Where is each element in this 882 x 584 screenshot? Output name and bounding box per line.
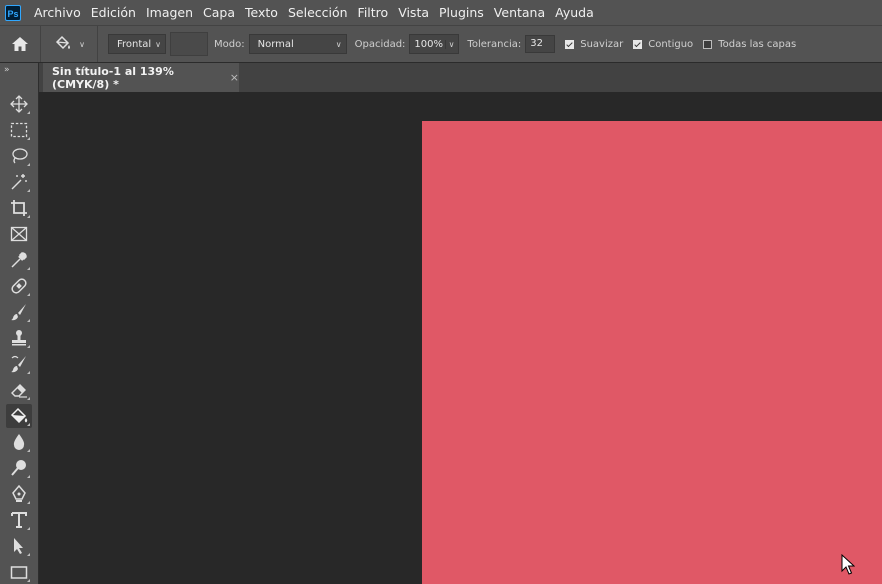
menu-texto[interactable]: Texto	[240, 0, 283, 25]
photoshop-logo-icon[interactable]: Ps	[5, 4, 21, 21]
menu-filtro[interactable]: Filtro	[353, 0, 394, 25]
rectangle-tool[interactable]	[6, 560, 32, 584]
chevron-down-icon: ∨	[155, 39, 161, 49]
bandage-icon	[11, 278, 27, 294]
crop-tool[interactable]	[6, 196, 32, 220]
opacity-label: Opacidad:	[354, 38, 406, 50]
close-icon[interactable]: ×	[230, 71, 239, 84]
menu-bar: Ps Archivo Edición Imagen Capa Texto Sel…	[0, 0, 882, 25]
arrow-cursor-icon	[14, 538, 23, 554]
all-layers-checkbox[interactable]: Todas las capas	[703, 39, 796, 50]
fill-source-value: Frontal	[117, 38, 152, 50]
drop-icon	[13, 434, 25, 450]
mode-value: Normal	[257, 38, 294, 50]
type-tool[interactable]	[6, 508, 32, 532]
type-icon	[11, 512, 27, 528]
chevron-down-icon: ∨	[335, 39, 342, 49]
move-tool[interactable]	[6, 92, 32, 116]
opacity-value: 100%	[414, 38, 444, 50]
checkbox-checked-icon	[565, 39, 575, 49]
menu-edicion[interactable]: Edición	[86, 0, 141, 25]
marquee-tool[interactable]	[6, 118, 32, 142]
crop-icon	[11, 200, 27, 216]
canvas-workspace[interactable]	[39, 92, 882, 584]
brush-icon	[11, 304, 26, 321]
opacity-field[interactable]: 100% ∨	[409, 34, 460, 54]
paint-bucket-icon	[56, 35, 71, 50]
lasso-tool[interactable]	[6, 144, 32, 168]
home-button[interactable]	[0, 26, 41, 62]
frame-tool[interactable]	[6, 222, 32, 246]
home-icon	[12, 37, 28, 51]
pen-tool[interactable]	[6, 482, 32, 506]
lasso-icon	[12, 148, 28, 164]
eraser-icon	[11, 384, 27, 398]
eyedropper-tool[interactable]	[6, 248, 32, 272]
collapse-panel-icon[interactable]: »	[4, 65, 9, 75]
mouse-pointer-icon	[841, 554, 855, 575]
menu-imagen[interactable]: Imagen	[141, 0, 198, 25]
checkbox-checked-icon	[633, 39, 643, 49]
tolerance-label: Tolerancia:	[467, 38, 522, 50]
magic-wand-icon	[11, 174, 27, 190]
fill-source-select[interactable]: Frontal ∨	[108, 34, 166, 54]
dodge-icon	[11, 460, 26, 476]
pen-icon	[12, 485, 26, 502]
menu-ventana[interactable]: Ventana	[489, 0, 550, 25]
chevron-down-icon: ∨	[444, 39, 454, 49]
menu-vista[interactable]: Vista	[393, 0, 434, 25]
frame-icon	[10, 226, 28, 242]
document-tab-title: Sin título-1 al 139% (CMYK/8) *	[52, 64, 174, 91]
history-brush-icon	[11, 355, 26, 373]
document-tab-bar: Sin título-1 al 139% (CMYK/8) * ×	[39, 63, 882, 92]
tools-panel: »	[0, 63, 39, 584]
antialias-checkbox[interactable]: Suavizar	[565, 39, 623, 50]
options-bar: ∨ Frontal ∨ Modo: Normal ∨ Opacidad: 100…	[0, 25, 882, 63]
contiguous-checkbox[interactable]: Contiguo	[633, 39, 693, 50]
menu-seleccion[interactable]: Selección	[283, 0, 353, 25]
eraser-tool[interactable]	[6, 378, 32, 402]
move-icon	[10, 95, 28, 113]
history-brush-tool[interactable]	[6, 352, 32, 376]
all-layers-label: Todas las capas	[718, 38, 797, 50]
checkbox-unchecked-icon	[703, 39, 713, 49]
pattern-swatch[interactable]	[170, 32, 208, 56]
mode-select[interactable]: Normal ∨	[248, 34, 347, 54]
tool-preset-picker[interactable]: ∨	[41, 26, 98, 62]
menu-plugins[interactable]: Plugins	[434, 0, 489, 25]
menu-capa[interactable]: Capa	[198, 0, 240, 25]
dodge-tool[interactable]	[6, 456, 32, 480]
healing-brush-tool[interactable]	[6, 274, 32, 298]
chevron-down-icon: ∨	[79, 39, 85, 49]
antialias-label: Suavizar	[580, 38, 624, 50]
brush-tool[interactable]	[6, 300, 32, 324]
tolerance-input[interactable]: 32	[525, 35, 556, 53]
magic-wand-tool[interactable]	[6, 170, 32, 194]
menu-ayuda[interactable]: Ayuda	[550, 0, 599, 25]
contiguous-label: Contiguo	[648, 38, 694, 50]
path-selection-tool[interactable]	[6, 534, 32, 558]
stamp-icon	[12, 330, 26, 346]
rectangular-marquee-icon	[10, 122, 28, 138]
rectangle-icon	[10, 566, 28, 579]
blur-tool[interactable]	[6, 430, 32, 454]
paint-bucket-icon	[10, 407, 28, 424]
paint-bucket-tool[interactable]	[6, 404, 32, 428]
document-tab[interactable]: Sin título-1 al 139% (CMYK/8) * ×	[43, 63, 239, 92]
clone-stamp-tool[interactable]	[6, 326, 32, 350]
document-canvas[interactable]	[422, 121, 882, 584]
menu-archivo[interactable]: Archivo	[29, 0, 86, 25]
mode-label: Modo:	[214, 38, 245, 50]
eyedropper-icon	[11, 252, 27, 268]
